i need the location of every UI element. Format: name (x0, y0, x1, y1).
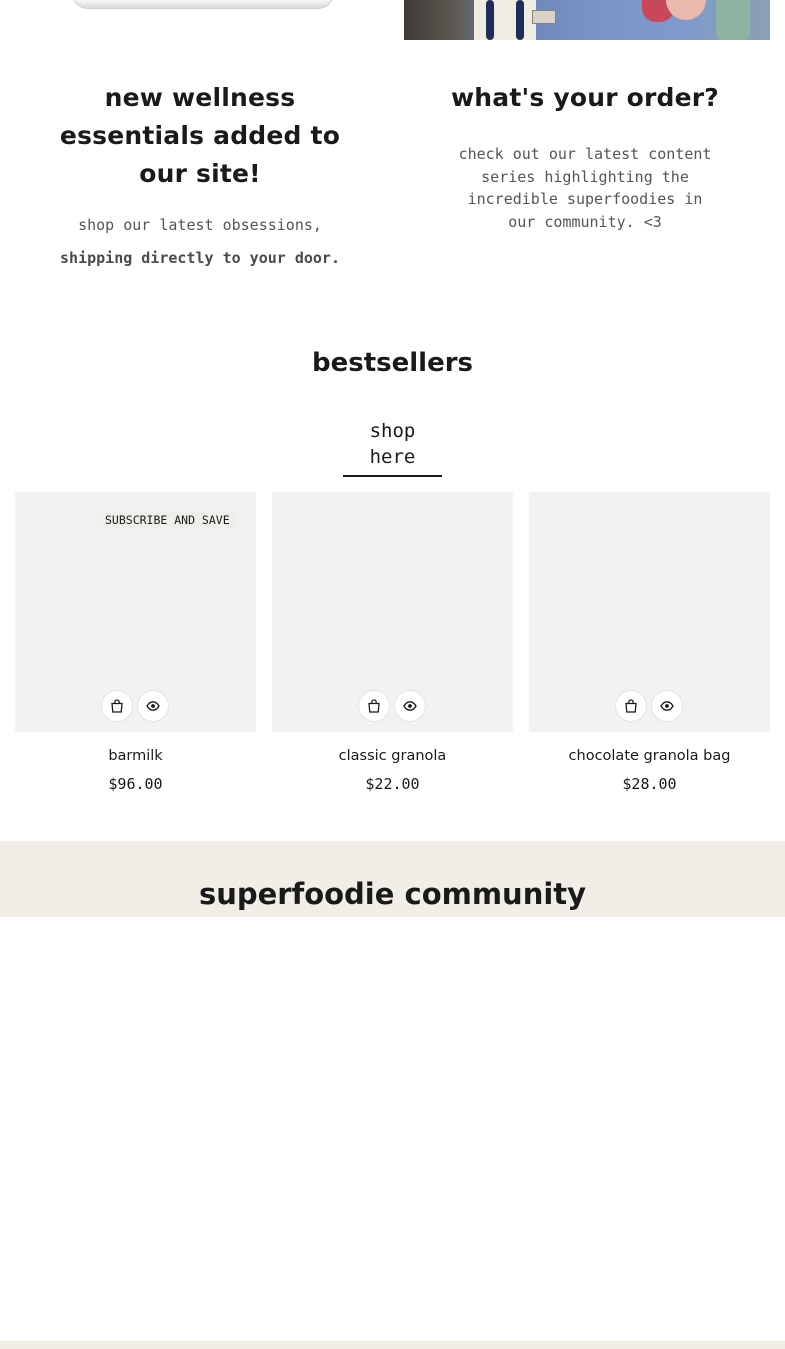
order-series-promo: what's your order? check out our latest … (425, 79, 745, 233)
wellness-promo-heading: new wellness essentials added to our sit… (40, 79, 360, 193)
eye-icon (660, 699, 674, 713)
heading-line: our site! (139, 159, 261, 188)
eye-icon (146, 699, 160, 713)
hand-graphic (666, 0, 706, 20)
subscribe-badge: SUBSCRIBE AND SAVE (96, 511, 239, 529)
quick-view-button[interactable] (651, 690, 683, 722)
wellness-promo: new wellness essentials added to our sit… (40, 79, 360, 268)
wellness-promo-shipping-text: shipping directly to your door. (60, 249, 340, 267)
tote-strap-graphic (486, 0, 494, 40)
order-series-image[interactable] (404, 0, 770, 40)
product-price: $22.00 (365, 775, 420, 793)
shop-here-link[interactable]: shop here (343, 418, 442, 477)
shopping-bag-icon (624, 699, 638, 713)
product-price: $28.00 (622, 775, 677, 793)
shopping-bag-icon (110, 699, 124, 713)
bottle-graphic (716, 0, 750, 40)
product-image[interactable]: SUBSCRIBE AND SAVE (15, 492, 256, 732)
quick-view-button[interactable] (394, 690, 426, 722)
community-title: superfoodie community (198, 877, 587, 911)
product-name[interactable]: chocolate granola bag (529, 746, 770, 766)
bestsellers-title: bestsellers (311, 348, 473, 378)
quick-add-button[interactable] (358, 690, 390, 722)
tote-label-graphic (532, 10, 556, 24)
heading-line: new wellness (104, 83, 296, 112)
product-name[interactable]: barmilk (15, 746, 256, 766)
order-series-text: check out our latest content series high… (458, 145, 712, 231)
quick-add-button[interactable] (101, 690, 133, 722)
tote-strap-graphic (516, 0, 524, 40)
eye-icon (403, 699, 417, 713)
heading-line: essentials added to (59, 121, 341, 150)
tote-bag-graphic (474, 0, 536, 40)
product-name[interactable]: classic granola (272, 746, 513, 766)
shopping-bag-icon (367, 699, 381, 713)
quick-add-button[interactable] (615, 690, 647, 722)
wellness-promo-text: shop our latest obsessions, (78, 216, 322, 234)
order-series-heading[interactable]: what's your order? (425, 79, 745, 117)
footer-band (0, 1341, 785, 1349)
quick-view-button[interactable] (137, 690, 169, 722)
product-image[interactable] (272, 492, 513, 732)
product-price: $96.00 (108, 775, 163, 793)
product-image[interactable] (529, 492, 770, 732)
product-image-partial (72, 0, 334, 9)
